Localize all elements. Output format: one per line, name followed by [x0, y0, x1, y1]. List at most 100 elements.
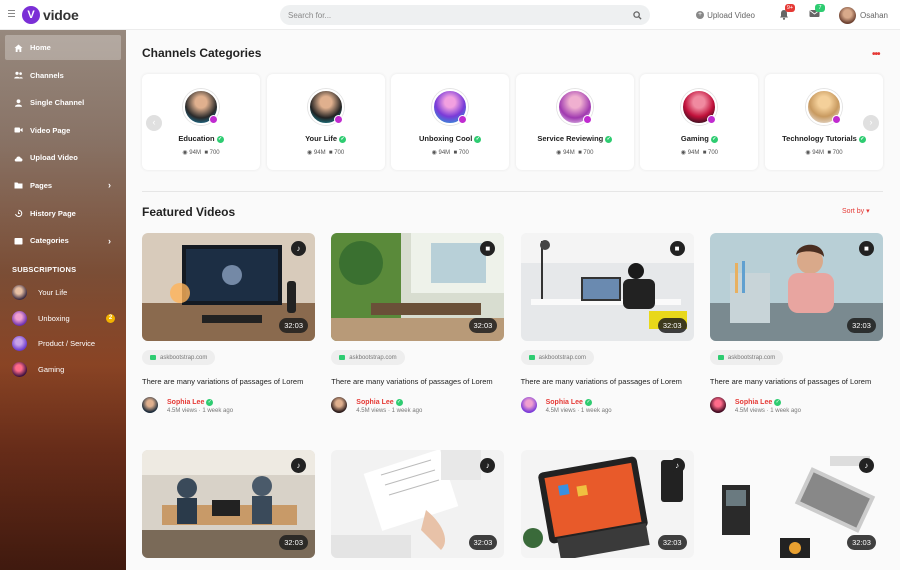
verified-icon: ✓ [395, 398, 403, 406]
notifications-button[interactable]: 9+ [779, 4, 795, 21]
eye-icon: ◉ [680, 150, 687, 156]
video-thumbnail[interactable]: ■ 32:03 [331, 233, 505, 341]
music-icon: ♪ [858, 458, 874, 473]
carousel-prev-button[interactable]: ‹ [146, 115, 162, 131]
verified-icon: ✓ [858, 136, 866, 143]
video-author: Sophia Lee ✓ 4.5M views · 1 week ago [142, 396, 315, 414]
verified-icon: ✓ [206, 398, 214, 406]
avatar[interactable] [709, 396, 726, 413]
author-name[interactable]: Sophia Lee [167, 399, 204, 406]
sidebar-item-home[interactable]: Home [5, 35, 121, 60]
verified-icon: ✓ [605, 136, 613, 143]
logo[interactable]: V vidoe [22, 6, 79, 24]
video-thumbnail[interactable]: ■ 32:03 [520, 233, 694, 341]
author-name[interactable]: Sophia Lee [546, 399, 583, 406]
messages-button[interactable]: 7 [809, 4, 825, 21]
messages-badge: 7 [814, 4, 825, 12]
plus-circle-icon: + [696, 11, 705, 19]
avatar[interactable] [520, 396, 537, 413]
subscription-label: Your Life [38, 288, 68, 298]
category-card[interactable]: Service Reviewing ✓ ◉ 94M ■ 700 [515, 74, 634, 170]
sidebar-item-channels[interactable]: Channels [5, 63, 121, 88]
sidebar-item-pages[interactable]: Pages › [5, 173, 121, 198]
search-input[interactable] [288, 10, 633, 20]
upload-video-button[interactable]: + Upload Video [696, 11, 755, 20]
sidebar-item-video-page[interactable]: Video Page [5, 118, 121, 143]
search-bar [280, 5, 650, 25]
subscription-label: Product / Service [38, 339, 96, 349]
more-options-icon[interactable]: ••• [872, 49, 880, 60]
category-stats: ◉ 94M ■ 700 [516, 149, 634, 156]
category-card[interactable]: Your Life ✓ ◉ 94M ■ 700 [266, 74, 385, 170]
logo-mark: V [22, 6, 40, 24]
carousel-next-button[interactable]: › [863, 115, 879, 131]
video-card[interactable]: ♪ 32:03 askbootstrap.com There are many var… [142, 233, 315, 414]
video-meta: 4.5M views · 1 week ago [167, 407, 234, 414]
video-icon: ■ [453, 150, 458, 156]
users-icon [13, 71, 23, 79]
sidebar-item-single-channel[interactable]: Single Channel [5, 90, 121, 115]
video-card[interactable]: ■ 32:03 askbootstrap.com There are many var… [331, 233, 505, 414]
video-camera-icon [13, 126, 23, 134]
video-thumbnail[interactable]: ■ 32:03 [709, 233, 883, 341]
video-title[interactable]: There are many variations of passages of… [142, 377, 315, 388]
author-name[interactable]: Sophia Lee [356, 399, 393, 406]
site-chip[interactable]: askbootstrap.com [331, 350, 405, 365]
video-card[interactable]: ♪ 32:03 [142, 450, 315, 558]
subscription-item[interactable]: Gaming [0, 357, 126, 383]
video-card[interactable]: ♪ 32:03 [520, 450, 694, 558]
eye-icon: ◉ [556, 150, 562, 156]
video-title[interactable]: There are many variations of passages of… [331, 377, 504, 388]
subscription-item[interactable]: Your Life [0, 280, 126, 306]
subscription-item[interactable]: Unboxing 2 [0, 306, 126, 332]
sidebar-item-upload-video[interactable]: Upload Video [5, 145, 121, 170]
site-chip[interactable]: askbootstrap.com [709, 350, 784, 365]
upload-video-label: Upload Video [707, 10, 755, 20]
featured-videos-title: Featured Videos [142, 205, 236, 219]
video-card[interactable]: ♪ 32:03 [331, 450, 505, 558]
search-icon[interactable] [633, 10, 642, 20]
sidebar-item-label: History Page [30, 208, 76, 218]
eye-icon: ◉ [431, 150, 437, 156]
verified-icon: ✓ [339, 136, 347, 143]
video-thumbnail[interactable]: ♪ 32:03 [142, 450, 315, 558]
video-title[interactable]: There are many variations of passages of… [521, 377, 694, 388]
video-card[interactable]: ■ 32:03 askbootstrap.com There are many var… [520, 233, 694, 414]
menu-toggle-icon[interactable] [8, 10, 15, 17]
site-label: askbootstrap.com [160, 354, 208, 361]
category-views: 94M [563, 150, 575, 156]
video-thumbnail[interactable]: ♪ 32:03 [709, 450, 883, 558]
video-duration: 32:03 [279, 318, 308, 333]
notifications-badge: 9+ [784, 4, 795, 12]
verified-icon: ✓ [584, 398, 592, 406]
main-content: Channels Categories ••• ‹ › Education ✓ ◉ … [126, 30, 900, 570]
video-thumbnail[interactable]: ♪ 32:03 [331, 450, 505, 558]
sidebar-item-history-page[interactable]: History Page [5, 201, 121, 226]
avatar[interactable] [142, 396, 158, 413]
link-icon [339, 355, 346, 360]
video-duration: 32:03 [847, 535, 876, 550]
video-thumbnail[interactable]: ♪ 32:03 [520, 450, 694, 558]
avatar[interactable] [331, 396, 348, 413]
video-thumbnail[interactable]: ♪ 32:03 [142, 233, 315, 341]
subscription-label: Gaming [38, 364, 65, 374]
user-name: Osahan [859, 10, 888, 20]
video-meta: 4.5M views · 1 week ago [356, 407, 423, 414]
site-chip[interactable]: askbootstrap.com [520, 350, 594, 365]
sidebar-item-label: Single Channel [30, 98, 85, 108]
author-name[interactable]: Sophia Lee [735, 399, 772, 406]
home-icon [13, 44, 23, 52]
site-label: askbootstrap.com [349, 354, 397, 361]
sidebar-item-categories[interactable]: Categories › [5, 228, 121, 253]
site-chip[interactable]: askbootstrap.com [142, 350, 216, 365]
sidebar-item-label: Upload Video [30, 153, 78, 163]
video-title[interactable]: There are many variations of passages of… [710, 377, 883, 388]
sort-by-dropdown[interactable]: Sort by ▾ [842, 207, 870, 215]
subscription-item[interactable]: Product / Service [0, 331, 126, 357]
video-card[interactable]: ♪ 32:03 [709, 450, 883, 558]
category-views: 94M [812, 150, 824, 156]
video-card[interactable]: ■ 32:03 askbootstrap.com There are many var… [709, 233, 883, 414]
category-card[interactable]: Unboxing Cool ✓ ◉ 94M ■ 700 [391, 74, 510, 170]
category-card[interactable]: Gaming ✓ ◉ 94M ■ 700 [640, 74, 759, 170]
user-menu[interactable]: Osahan [838, 6, 888, 24]
